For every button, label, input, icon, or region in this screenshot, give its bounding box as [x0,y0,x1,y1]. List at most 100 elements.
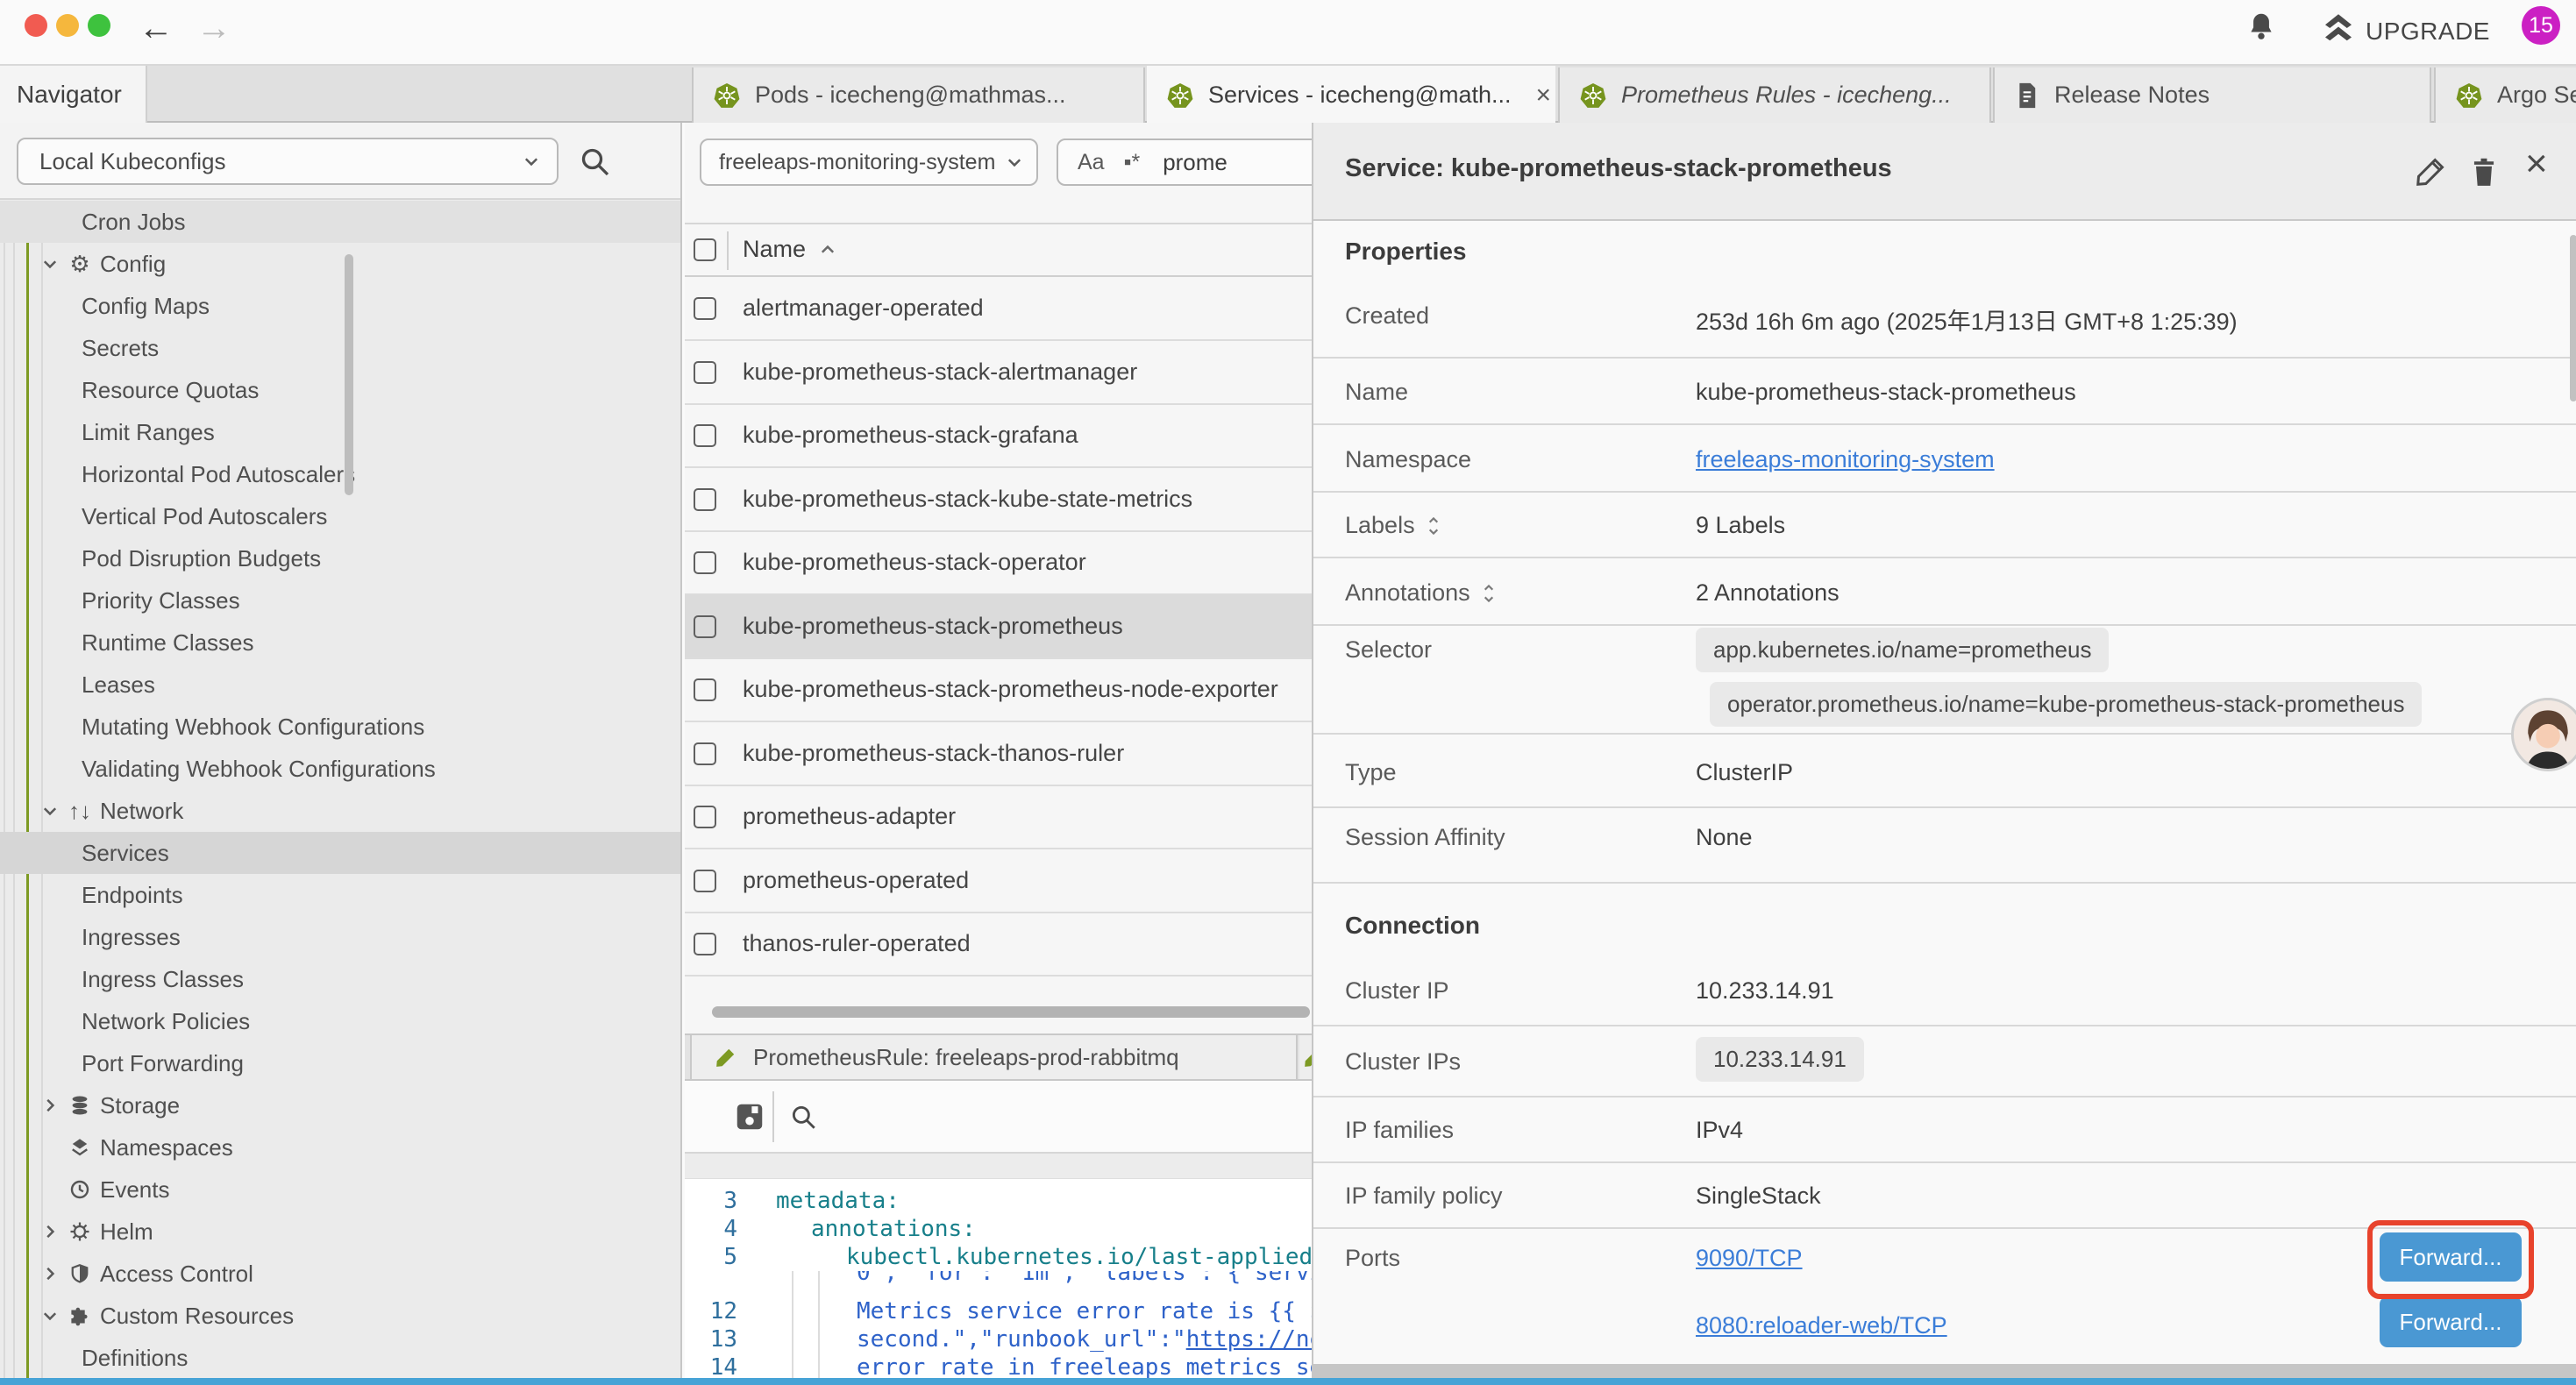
sidebar-item-definitions[interactable]: Definitions [0,1337,682,1379]
forward-button-8080[interactable]: Forward... [2380,1296,2522,1347]
editor-tab-partial[interactable] [1299,1035,1312,1079]
row-checkbox[interactable] [694,361,716,384]
row-checkbox[interactable] [694,297,716,320]
sidebar-item-priority-classes[interactable]: Priority Classes [0,579,682,621]
document-icon [2014,82,2040,110]
sidebar-item-cron-jobs[interactable]: Cron Jobs [0,201,682,243]
labels-expander[interactable]: Labels [1345,512,1441,539]
sort-ascending-icon [818,240,837,259]
table-row[interactable]: kube-prometheus-stack-prometheus-node-ex… [685,658,1312,722]
close-icon[interactable]: × [1536,81,1552,110]
sidebar-item-resource-quotas[interactable]: Resource Quotas [0,369,682,411]
notification-badge[interactable]: 15 [2522,6,2560,45]
match-case-icon[interactable]: Aa [1078,150,1105,175]
sidebar-item-network-policies[interactable]: Network Policies [0,1000,682,1042]
edit-icon[interactable] [2415,156,2446,188]
close-icon[interactable]: × [2525,142,2548,186]
upgrade-icon[interactable] [2322,12,2355,44]
table-row[interactable]: kube-prometheus-stack-kube-state-metrics [685,468,1312,532]
table-row[interactable]: kube-prometheus-stack-operator [685,531,1312,595]
delete-icon[interactable] [2469,156,2501,188]
sidebar-item-horizontal-pod-autoscalers[interactable]: Horizontal Pod Autoscalers [0,453,682,495]
back-arrow-icon[interactable]: ← [139,7,174,49]
port-link-9090[interactable]: 9090/TCP [1696,1245,1803,1272]
namespace-selector[interactable]: freeleaps-monitoring-system [700,138,1038,186]
filter-input[interactable]: Aa ▪* prome [1057,138,1312,186]
table-row[interactable]: prometheus-operated [685,849,1312,913]
row-checkbox[interactable] [694,424,716,447]
port-link-8080[interactable]: 8080:reloader-web/TCP [1696,1312,1947,1339]
annotations-expander[interactable]: Annotations [1345,579,1497,607]
row-checkbox[interactable] [694,615,716,638]
tab-prometheus-rules[interactable]: Prometheus Rules - icecheng... [1558,67,1991,123]
sidebar-item-leases[interactable]: Leases [0,664,682,706]
sidebar-group-namespaces[interactable]: Namespaces [0,1126,682,1168]
bell-icon[interactable] [2246,11,2276,46]
row-checkbox[interactable] [694,678,716,701]
yaml-editor[interactable]: 3metadata: 4annotations: 5kubectl.kubern… [685,1179,1312,1385]
sidebar-item-pod-disruption-budgets[interactable]: Pod Disruption Budgets [0,537,682,579]
sidebar-item-ingress-classes[interactable]: Ingress Classes [0,958,682,1000]
table-row[interactable]: alertmanager-operated [685,277,1312,341]
sidebar-item-vertical-pod-autoscalers[interactable]: Vertical Pod Autoscalers [0,495,682,537]
upgrade-label[interactable]: UPGRADE [2366,18,2490,46]
row-checkbox[interactable] [694,742,716,765]
tab-label: Services - icecheng@math... [1208,82,1512,109]
namespace-link[interactable]: freeleaps-monitoring-system [1696,446,1995,473]
details-scrollbar[interactable] [2570,235,2576,401]
sidebar-group-helm[interactable]: Helm [0,1211,682,1253]
row-checkbox[interactable] [694,488,716,511]
sidebar-item-runtime-classes[interactable]: Runtime Classes [0,621,682,664]
regex-icon[interactable]: ▪* [1124,150,1141,175]
sidebar-item-ingresses[interactable]: Ingresses [0,916,682,958]
details-bottom-scrollbar[interactable] [1313,1364,2576,1378]
tab-release-notes[interactable]: Release Notes [1993,67,2431,123]
row-checkbox[interactable] [694,806,716,828]
sidebar-item-endpoints[interactable]: Endpoints [0,874,682,916]
row-checkbox[interactable] [694,551,716,574]
table-row-selected[interactable]: kube-prometheus-stack-prometheus [685,595,1312,659]
window-close-light[interactable] [25,14,47,37]
editor-tab-prometheusrule[interactable]: PrometheusRule: freeleaps-prod-rabbitmq [690,1035,1298,1079]
row-checkbox[interactable] [694,933,716,955]
sidebar-group-network[interactable]: ↑↓ Network [0,790,682,832]
runbook-url-link[interactable]: https://net [1186,1326,1312,1353]
tab-services[interactable]: Services - icecheng@math... × [1147,66,1555,124]
sidebar-group-custom-resources[interactable]: Custom Resources [0,1295,682,1337]
name-column-header[interactable]: Name [743,236,837,263]
select-all-checkbox[interactable] [694,238,716,261]
kubeconfig-selector[interactable]: Local Kubeconfigs [17,138,559,185]
search-icon[interactable] [577,144,612,179]
window-minimize-light[interactable] [56,14,79,37]
tab-argo[interactable]: Argo Se [2434,67,2576,123]
sidebar-group-access-control[interactable]: Access Control [0,1253,682,1295]
sidebar-item-port-forwarding[interactable]: Port Forwarding [0,1042,682,1084]
table-row[interactable]: prometheus-adapter [685,785,1312,849]
sidebar-group-storage[interactable]: Storage [0,1084,682,1126]
table-row[interactable]: thanos-ruler-operated [685,913,1312,977]
sidebar-group-config[interactable]: ⚙ Config [0,243,682,285]
horizontal-scrollbar[interactable] [712,1006,1310,1018]
table-row[interactable]: kube-prometheus-stack-alertmanager [685,341,1312,405]
avatar[interactable] [2511,698,2576,771]
sidebar-group-events[interactable]: Events [0,1168,682,1211]
search-icon[interactable] [788,1102,818,1132]
sidebar-item-services[interactable]: Services [0,832,682,874]
window-zoom-light[interactable] [88,14,110,37]
navigator-panel-tab[interactable]: Navigator [0,66,147,123]
sidebar-item-mutating-webhook-configurations[interactable]: Mutating Webhook Configurations [0,706,682,748]
table-row[interactable]: kube-prometheus-stack-thanos-ruler [685,722,1312,786]
sidebar-item-validating-webhook-configurations[interactable]: Validating Webhook Configurations [0,748,682,790]
pencil-icon [715,1046,737,1069]
sidebar-item-secrets[interactable]: Secrets [0,327,682,369]
table-row[interactable]: kube-prometheus-stack-grafana [685,404,1312,468]
forward-arrow-icon[interactable]: → [196,7,231,49]
sidebar-scrollbar[interactable] [345,254,353,495]
tab-pods[interactable]: Pods - icecheng@mathmas... [692,67,1145,123]
property-row-selector: Selector app.kubernetes.io/name=promethe… [1313,626,2576,735]
save-icon[interactable] [733,1100,766,1133]
row-checkbox[interactable] [694,870,716,892]
sidebar-item-limit-ranges[interactable]: Limit Ranges [0,411,682,453]
sidebar-item-config-maps[interactable]: Config Maps [0,285,682,327]
navigator-sidebar: Local Kubeconfigs Cron Jobs ⚙ Config Con… [0,123,682,1385]
